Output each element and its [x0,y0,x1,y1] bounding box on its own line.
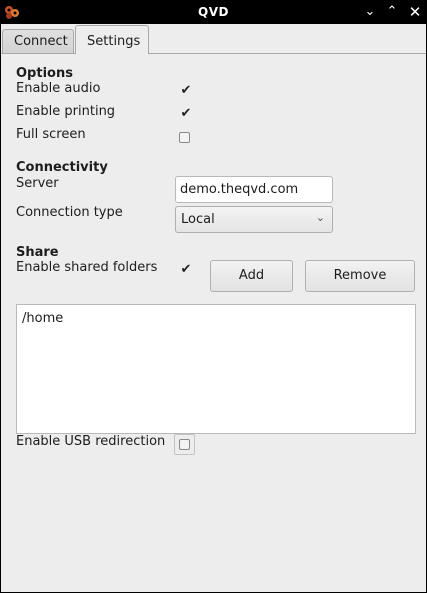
enable-printing-checkbox[interactable] [179,107,193,121]
enable-shared-folders-checkbox[interactable] [179,263,193,277]
checkbox-indicator [179,439,190,450]
full-screen-checkbox[interactable] [179,132,190,143]
remove-folder-button[interactable]: Remove [305,260,415,292]
shared-folders-list[interactable]: /home [16,304,416,434]
server-label: Server [16,176,59,191]
list-item[interactable]: /home [22,311,415,326]
tab-panel-divider [1,53,426,54]
maximize-button[interactable]: ⌃ [383,3,401,21]
connectivity-heading: Connectivity [16,160,108,175]
minimize-button[interactable]: ⌄ [361,3,379,21]
enable-audio-checkbox[interactable] [179,84,193,98]
connection-type-select[interactable]: Local ⌄ [175,206,333,233]
chevron-down-icon: ⌄ [364,4,376,19]
title-bar[interactable]: QVD ⌄ ⌃ ✕ [1,1,426,24]
add-folder-button[interactable]: Add [210,260,293,292]
tab-settings[interactable]: Settings [75,25,149,54]
tab-bar: Connect Settings [1,24,426,54]
enable-audio-label: Enable audio [16,81,101,96]
full-screen-label: Full screen [16,127,86,142]
share-heading: Share [16,245,59,260]
enable-usb-checkbox[interactable] [174,434,195,455]
qvd-window: QVD ⌄ ⌃ ✕ Connect Settings Options Enabl… [0,0,427,593]
enable-shared-folders-label: Enable shared folders [16,260,158,275]
close-button[interactable]: ✕ [406,3,424,21]
server-input[interactable]: demo.theqvd.com [175,176,333,203]
chevron-down-icon: ⌄ [315,211,325,224]
chevron-up-icon: ⌃ [386,4,398,19]
close-icon: ✕ [408,3,422,21]
connection-type-value: Local [181,212,215,227]
tab-connect[interactable]: Connect [2,29,74,53]
options-heading: Options [16,66,73,81]
enable-usb-label: Enable USB redirection [16,434,166,449]
connection-type-label: Connection type [16,205,123,220]
enable-printing-label: Enable printing [16,104,116,119]
